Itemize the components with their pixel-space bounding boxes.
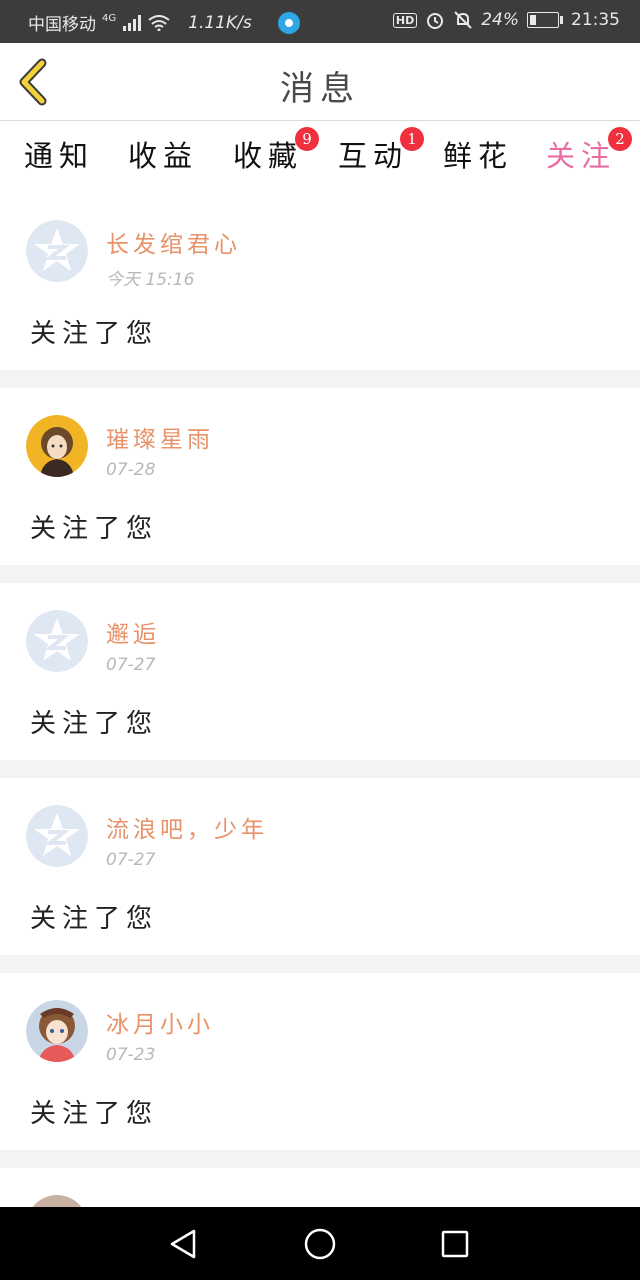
alarm-icon [427,13,444,29]
tab-label: 收益 [127,139,198,173]
signal-icon [123,14,142,31]
system-nav-bar [0,1207,640,1280]
default-avatar[interactable] [26,805,88,867]
list-item[interactable] [0,1168,640,1208]
wifi-icon [148,14,170,31]
status-left: 中国移动 4G 1.11K/s [28,10,300,35]
list-item[interactable]: 璀璨星雨 07-28 关注了您 [0,388,640,565]
clock: 21:35 [571,10,620,30]
hd-label: HD [392,12,418,28]
message-text: 关注了您 [30,1099,159,1129]
timestamp: 07-28 [106,460,156,480]
list-item[interactable]: 长发绾君心 今天 15:16 关注了您 [0,193,640,370]
username[interactable]: 邂逅 [106,615,160,649]
unread-badge: 9 [295,127,319,151]
tab-flowers[interactable]: 鲜花 [433,133,523,181]
status-right: HD 24% 21:35 [392,10,620,30]
anime-girl-avatar[interactable] [26,415,88,477]
list-item[interactable]: 冰月小小 07-23 关注了您 [0,973,640,1150]
carrier-label: 中国移动 [28,15,96,35]
list-item[interactable]: 流浪吧，少年 07-27 关注了您 [0,778,640,955]
home-circle-icon[interactable] [303,1227,337,1261]
page-title: 消息 [280,69,360,109]
tab-label: 互动 [337,139,408,173]
timestamp: 07-23 [106,1045,156,1065]
timestamp: 07-27 [106,850,156,870]
tab-earnings[interactable]: 收益 [118,133,208,181]
battery-percent: 24% [481,10,519,30]
message-text: 关注了您 [30,319,159,349]
tab-label: 关注 [545,139,616,173]
timestamp: 07-27 [106,655,156,675]
tab-label: 鲜花 [442,139,513,173]
app-notification-icon [277,11,300,34]
battery-icon [527,12,563,28]
status-bar: 中国移动 4G 1.11K/s HD 24% 21:35 [0,0,640,43]
username[interactable]: 璀璨星雨 [106,420,214,454]
recents-square-icon[interactable] [438,1227,472,1261]
list-item[interactable]: 邂逅 07-27 关注了您 [0,583,640,760]
net-speed: 1.11K/s [188,12,252,33]
back-triangle-icon[interactable] [166,1227,200,1261]
tab-notifications[interactable]: 通知 [14,133,104,181]
default-avatar[interactable] [26,220,88,282]
header: 消息 [0,43,640,121]
unread-badge: 1 [400,127,424,151]
tab-following[interactable]: 关注 2 [536,127,632,196]
network-type: 4G [102,13,117,24]
default-avatar[interactable] [26,610,88,672]
tab-bar: 通知 收益 收藏 9 互动 1 鲜花 关注 2 [0,121,640,196]
timestamp: 今天 15:16 [106,270,195,290]
username[interactable]: 流浪吧，少年 [106,810,268,844]
tab-label: 收藏 [232,139,303,173]
unread-badge: 2 [608,127,632,151]
tab-label: 通知 [23,139,94,173]
username[interactable]: 长发绾君心 [106,225,241,259]
mute-bell-icon [454,11,472,29]
tab-favorites[interactable]: 收藏 9 [223,127,319,181]
tab-interactions[interactable]: 互动 1 [328,127,424,181]
anime-girl-avatar[interactable] [26,1000,88,1062]
message-text: 关注了您 [30,514,159,544]
message-text: 关注了您 [30,709,159,739]
username[interactable]: 冰月小小 [106,1005,214,1039]
message-text: 关注了您 [30,904,159,934]
